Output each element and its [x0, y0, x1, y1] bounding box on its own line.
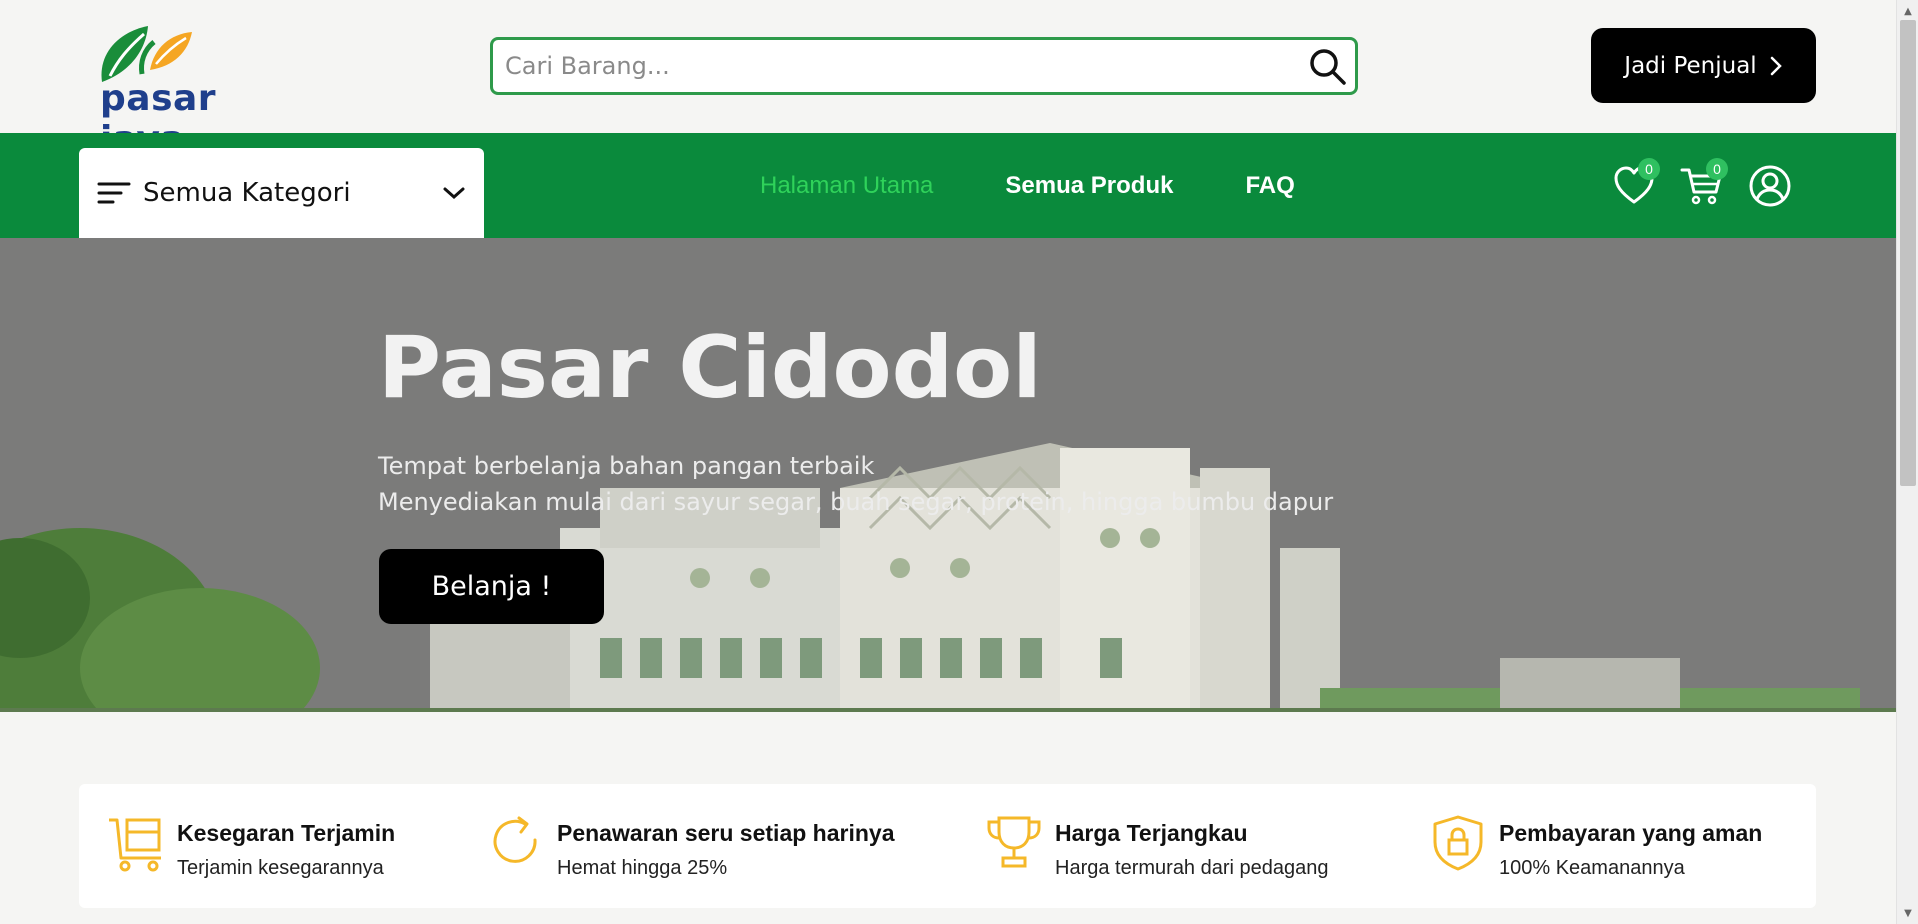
features-strip: Kesegaran Terjamin Terjamin kesegarannya… — [79, 784, 1816, 908]
shield-lock-icon — [1433, 815, 1483, 871]
nav-link-all-products[interactable]: Semua Produk — [1005, 172, 1173, 200]
feature-freshness: Kesegaran Terjamin Terjamin kesegarannya — [107, 814, 395, 880]
become-seller-button[interactable]: Jadi Penjual — [1591, 28, 1816, 103]
shop-now-button[interactable]: Belanja ! — [379, 549, 604, 624]
page: pasar jaya Jadi Penjual — [0, 0, 1896, 924]
hero-title: Pasar Cidodol — [378, 318, 1042, 418]
feature-title: Kesegaran Terjamin — [177, 820, 396, 846]
top-header: pasar jaya Jadi Penjual — [0, 0, 1896, 160]
feature-title: Harga Terjangkau — [1055, 820, 1248, 846]
shelf-cart-icon — [109, 818, 161, 872]
page-scrollbar[interactable]: ▲ ▼ — [1896, 0, 1918, 924]
scroll-up-arrow-icon[interactable]: ▲ — [1897, 2, 1918, 20]
nav-icons: 0 0 — [1612, 158, 1792, 211]
category-dropdown[interactable]: Semua Kategori — [79, 148, 484, 238]
chevron-right-icon — [1770, 56, 1782, 75]
feature-description: Hemat hingga 25% — [557, 857, 728, 879]
scroll-down-arrow-icon[interactable]: ▼ — [1897, 904, 1918, 922]
menu-icon — [97, 182, 131, 204]
cart-count-badge: 0 — [1706, 158, 1728, 180]
wishlist-count-badge: 0 — [1638, 158, 1660, 180]
wishlist-button[interactable]: 0 — [1612, 158, 1660, 208]
hero-subtitle-line-1: Tempat berbelanja bahan pangan terbaik — [378, 452, 875, 480]
feature-title: Penawaran seru setiap harinya — [557, 820, 895, 846]
feature-secure-payment: Pembayaran yang aman 100% Keamanannya — [1429, 814, 1762, 880]
search-bar — [490, 37, 1358, 95]
hero-subtitle-line-2: Menyediakan mulai dari sayur segar, buah… — [378, 488, 1334, 516]
feature-description: 100% Keamanannya — [1499, 857, 1685, 879]
refresh-icon — [493, 816, 537, 863]
category-label: Semua Kategori — [143, 178, 351, 208]
hero-banner: Pasar Cidodol Tempat berbelanja bahan pa… — [0, 238, 1896, 712]
search-icon[interactable] — [1299, 40, 1355, 92]
cart-button[interactable]: 0 — [1680, 158, 1728, 208]
nav-link-home[interactable]: Halaman Utama — [760, 172, 933, 200]
main-navbar: Semua Kategori Halaman Utama Semua Produ… — [0, 133, 1896, 238]
feature-description: Terjamin kesegarannya — [177, 857, 384, 879]
scroll-thumb[interactable] — [1900, 20, 1916, 486]
chevron-down-icon — [443, 187, 465, 200]
account-button[interactable] — [1748, 164, 1792, 208]
nav-links: Halaman Utama Semua Produk FAQ — [760, 133, 1295, 238]
user-icon — [1749, 165, 1791, 207]
feature-title: Pembayaran yang aman — [1499, 820, 1763, 846]
feature-description: Harga termurah dari pedagang — [1055, 857, 1329, 879]
feature-affordable-price: Harga Terjangkau Harga termurah dari ped… — [985, 814, 1329, 880]
trophy-icon — [987, 816, 1041, 868]
become-seller-label: Jadi Penjual — [1624, 52, 1757, 79]
search-input[interactable] — [493, 40, 1299, 92]
feature-daily-offers: Penawaran seru setiap harinya Hemat hing… — [487, 814, 895, 880]
pasar-jaya-logo[interactable]: pasar jaya — [88, 14, 260, 160]
nav-link-faq[interactable]: FAQ — [1245, 172, 1294, 200]
hero-subtitle: Tempat berbelanja bahan pangan terbaik M… — [378, 448, 1333, 520]
